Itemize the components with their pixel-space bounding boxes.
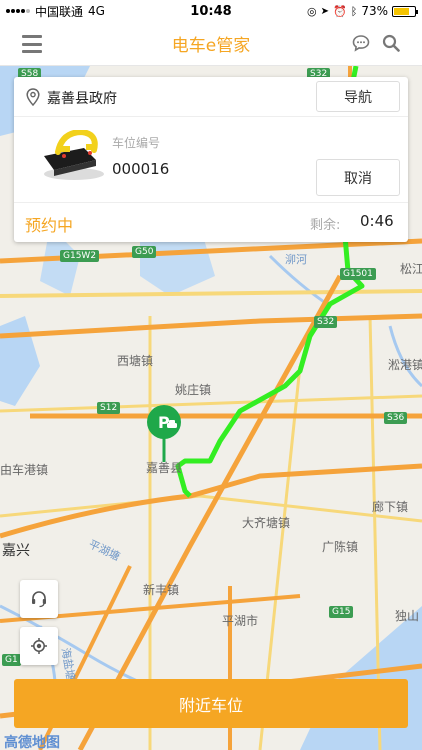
location-row: 嘉善县政府 导航	[14, 77, 408, 117]
customer-service-button[interactable]	[20, 580, 58, 618]
cancel-button[interactable]: 取消	[316, 159, 400, 196]
highway-shield: G15W2	[60, 250, 100, 262]
map-label: 泖河	[285, 253, 307, 266]
highway-shield: G1	[2, 654, 21, 666]
battery-icon	[392, 5, 418, 17]
reservation-status: 预约中	[25, 216, 74, 235]
location-arrow-icon: ➤	[320, 5, 330, 17]
nearby-spots-button[interactable]: 附近车位	[14, 679, 408, 728]
map-provider-logo: 高德地图	[4, 735, 60, 750]
spot-number: 000016	[112, 160, 170, 178]
map-label: 嘉兴	[2, 543, 30, 559]
search-icon[interactable]	[382, 34, 400, 52]
status-row: 预约中 剩余: 0:46	[14, 202, 408, 242]
parking-lock-image	[44, 130, 104, 180]
map-label: 由车港镇	[0, 463, 49, 477]
reservation-card: 嘉善县政府 导航 车位编号 000016 取消 预约中 剩余: 0:46	[14, 77, 408, 242]
menu-icon[interactable]	[22, 35, 42, 53]
parking-marker-icon[interactable]: P	[142, 404, 186, 464]
status-bar: 中国联通 4G 10:48 ◎ ➤ ⏰ ᛒ 73%	[0, 0, 422, 22]
carrier-name: 中国联通	[35, 4, 84, 19]
remaining-label: 剩余:	[310, 218, 341, 233]
highway-shield: G15	[329, 606, 354, 618]
alarm-icon: ⏰	[333, 4, 347, 18]
chat-icon[interactable]	[352, 34, 370, 52]
map-label: 新丰镇	[143, 583, 180, 597]
highway-shield: G50	[132, 246, 157, 258]
spot-number-label: 车位编号	[112, 136, 161, 150]
highway-shield: S12	[97, 402, 121, 414]
battery-percent: 73%	[361, 4, 388, 18]
bluetooth-icon: ᛒ	[350, 4, 358, 18]
highway-shield: S32	[314, 316, 338, 328]
location-pin-icon	[26, 88, 40, 106]
svg-text:P: P	[158, 413, 170, 432]
map-label: 廊下镇	[372, 500, 409, 514]
map-label: 独山	[395, 609, 420, 623]
nav-bar: 电车e管家	[0, 22, 422, 66]
map-label: 西塘镇	[117, 354, 154, 368]
highway-shield: S36	[384, 412, 408, 424]
highway-shield: G1501	[340, 268, 376, 280]
map-label: 松江	[400, 262, 422, 276]
page-title: 电车e管家	[171, 36, 251, 56]
map-label: 平湖市	[222, 614, 259, 628]
location-name: 嘉善县政府	[47, 91, 117, 107]
navigate-button[interactable]: 导航	[316, 81, 400, 112]
remaining-time: 0:46	[360, 212, 394, 230]
locate-icon	[31, 638, 47, 654]
network-type: 4G	[88, 4, 105, 18]
orientation-lock-icon: ◎	[307, 4, 317, 18]
locate-button[interactable]	[20, 627, 58, 665]
map-label: 姚庄镇	[175, 383, 212, 397]
map-label: 广陈镇	[322, 540, 359, 554]
headset-icon	[32, 591, 46, 608]
signal-icon	[6, 9, 30, 13]
map-label: 淞港镇	[388, 358, 422, 372]
map-label: 大齐塘镇	[242, 516, 291, 530]
